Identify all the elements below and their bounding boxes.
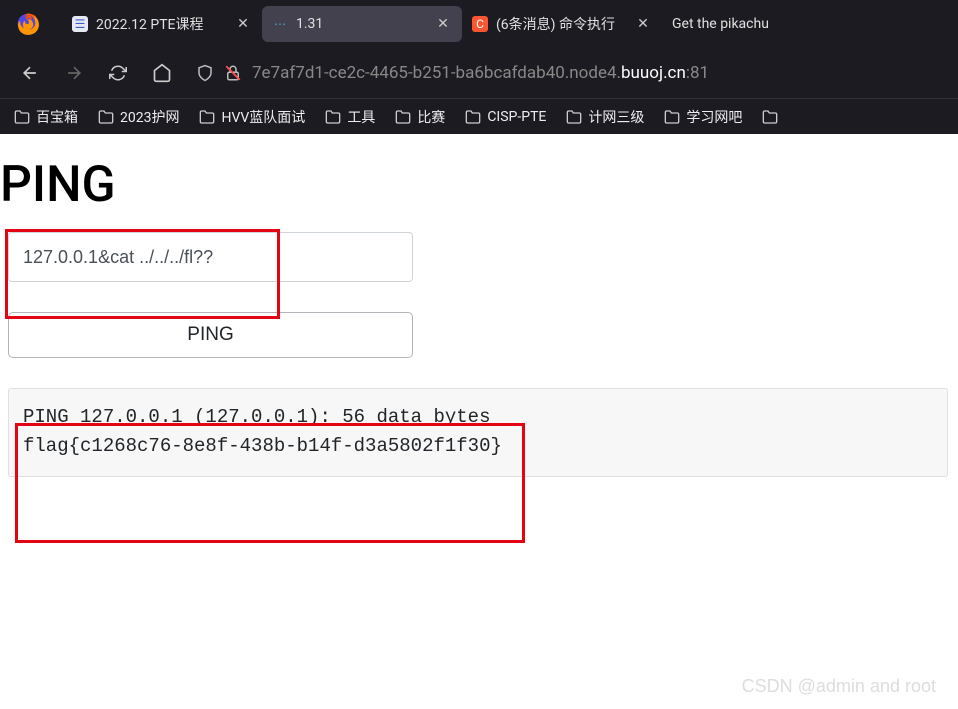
reload-button[interactable] <box>102 57 134 89</box>
page-title: PING <box>0 156 958 214</box>
ping-input[interactable] <box>8 232 413 282</box>
bookmark-7[interactable]: 学习网吧 <box>664 107 742 127</box>
bookmark-overflow[interactable] <box>762 109 778 125</box>
ping-button[interactable]: PING <box>8 312 413 358</box>
folder-icon <box>762 109 778 125</box>
lock-insecure-icon[interactable] <box>224 64 242 82</box>
folder-icon <box>664 109 680 125</box>
url-prefix: 7e7af7d1-ce2c-4465-b251-ba6bcafdab40.nod… <box>252 63 621 83</box>
folder-icon <box>465 109 481 125</box>
folder-icon <box>98 109 114 125</box>
folder-icon <box>14 109 30 125</box>
bookmark-0[interactable]: 百宝箱 <box>14 107 78 127</box>
tab-favicon-2: C <box>472 16 488 32</box>
firefox-icon[interactable] <box>14 10 42 38</box>
bookmark-label: 计网三级 <box>588 107 644 127</box>
bookmark-5[interactable]: CISP-PTE <box>465 109 546 125</box>
folder-icon <box>199 109 215 125</box>
tab-close-1[interactable]: ✕ <box>434 15 452 33</box>
bookmark-label: 学习网吧 <box>686 107 742 127</box>
bookmark-label: 2023护网 <box>120 107 179 127</box>
folder-icon <box>325 109 341 125</box>
tab-0[interactable]: ☰ 2022.12 PTE课程 ✕ <box>62 6 262 42</box>
bookmark-label: 比赛 <box>417 107 445 127</box>
url-bar[interactable]: 7e7af7d1-ce2c-4465-b251-ba6bcafdab40.nod… <box>190 55 944 91</box>
back-button[interactable] <box>14 57 46 89</box>
tab-title-0: 2022.12 PTE课程 <box>96 14 226 34</box>
url-text: 7e7af7d1-ce2c-4465-b251-ba6bcafdab40.nod… <box>252 63 709 83</box>
browser-chrome: ☰ 2022.12 PTE课程 ✕ ⋯ 1.31 ✕ C (6条消息) 命令执行… <box>0 0 958 134</box>
tab-2[interactable]: C (6条消息) 命令执行 ✕ <box>462 6 662 42</box>
tab-close-2[interactable]: ✕ <box>634 15 652 33</box>
ping-output: PING 127.0.0.1 (127.0.0.1): 56 data byte… <box>8 388 948 477</box>
bookmarks-bar: 百宝箱 2023护网 HVV蓝队面试 工具 比赛 CISP-PTE 计网三级 <box>0 98 958 134</box>
shield-icon[interactable] <box>196 64 214 82</box>
bookmark-3[interactable]: 工具 <box>325 107 375 127</box>
url-security-icons <box>196 64 242 82</box>
tab-title-3: Get the pikachu <box>672 16 802 32</box>
watermark: CSDN @admin and root <box>742 676 936 697</box>
bookmark-1[interactable]: 2023护网 <box>98 107 179 127</box>
output-line-2: flag{c1268c76-8e8f-438b-b14f-d3a5802f1f3… <box>23 432 933 461</box>
url-port: :81 <box>686 63 709 83</box>
url-host: buuoj.cn <box>621 63 686 83</box>
tab-favicon-1: ⋯ <box>272 16 288 32</box>
ping-input-wrap <box>8 232 413 282</box>
bookmark-6[interactable]: 计网三级 <box>566 107 644 127</box>
bookmark-2[interactable]: HVV蓝队面试 <box>199 107 305 127</box>
forward-button[interactable] <box>58 57 90 89</box>
bookmark-4[interactable]: 比赛 <box>395 107 445 127</box>
bookmark-label: HVV蓝队面试 <box>221 107 305 127</box>
tab-title-1: 1.31 <box>296 16 426 32</box>
bookmark-label: 百宝箱 <box>36 107 78 127</box>
home-button[interactable] <box>146 57 178 89</box>
tab-strip: ☰ 2022.12 PTE课程 ✕ ⋯ 1.31 ✕ C (6条消息) 命令执行… <box>0 0 958 48</box>
output-line-1: PING 127.0.0.1 (127.0.0.1): 56 data byte… <box>23 403 933 432</box>
folder-icon <box>566 109 582 125</box>
tab-close-0[interactable]: ✕ <box>234 15 252 33</box>
bookmark-label: CISP-PTE <box>487 109 546 125</box>
tab-1[interactable]: ⋯ 1.31 ✕ <box>262 6 462 42</box>
folder-icon <box>395 109 411 125</box>
page-content: PING PING PING 127.0.0.1 (127.0.0.1): 56… <box>0 134 958 477</box>
tab-title-2: (6条消息) 命令执行 <box>496 14 626 34</box>
toolbar: 7e7af7d1-ce2c-4465-b251-ba6bcafdab40.nod… <box>0 48 958 98</box>
tab-3[interactable]: Get the pikachu <box>662 6 812 42</box>
bookmark-label: 工具 <box>347 107 375 127</box>
tab-favicon-0: ☰ <box>72 16 88 32</box>
